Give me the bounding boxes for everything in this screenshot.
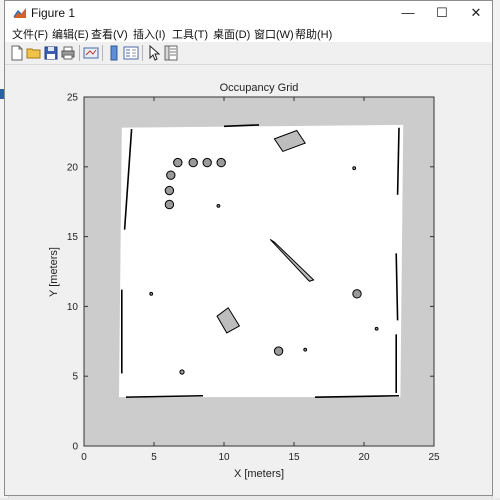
plot-title: Occupancy Grid: [220, 82, 299, 94]
save-icon[interactable]: [43, 45, 59, 61]
x-tick-label: 20: [358, 452, 370, 463]
obstacle-circle: [273, 346, 284, 356]
y-tick-label: 10: [67, 302, 79, 313]
menu-file[interactable]: 文件(F): [12, 26, 48, 42]
x-tick-label: 25: [428, 452, 440, 463]
title-bar[interactable]: Figure 1 — ☐ ✕: [5, 1, 492, 25]
free-space: [119, 124, 404, 398]
obstacle-circle: [216, 203, 221, 208]
obstacle-circle: [173, 157, 183, 168]
open-file-icon[interactable]: [26, 45, 42, 61]
obstacle-circle: [188, 157, 198, 168]
x-tick-label: 5: [151, 452, 157, 463]
menu-help[interactable]: 帮助(H): [295, 26, 332, 42]
obstacle-circle: [374, 326, 379, 331]
menu-view[interactable]: 查看(V): [91, 26, 128, 42]
y-tick-label: 20: [67, 162, 79, 173]
toolbar: [5, 42, 492, 65]
y-tick-label: 0: [72, 442, 78, 453]
matlab-figure-icon: [13, 8, 26, 18]
figure-canvas: 0 5 10 15 20 25 0 5 10 15 20 25 Occupancy Grid X [m…: [5, 65, 492, 495]
obstacle-circle: [352, 289, 362, 299]
menu-tools[interactable]: 工具(T): [172, 26, 208, 42]
x-tick-label: 15: [288, 452, 300, 463]
menu-desktop[interactable]: 桌面(D): [213, 26, 250, 42]
insert-legend-icon[interactable]: [123, 45, 139, 61]
obstacle-circle: [166, 170, 176, 180]
close-button[interactable]: ✕: [459, 1, 493, 25]
x-tick-label: 10: [218, 452, 230, 463]
menu-bar: 文件(F) 编辑(E) 查看(V) 插入(I) 工具(T) 桌面(D) 窗口(W…: [5, 25, 492, 42]
menu-window[interactable]: 窗口(W): [254, 26, 294, 42]
obstacle-circle: [202, 157, 212, 168]
obstacle-circle: [303, 347, 308, 352]
property-editor-icon[interactable]: [163, 45, 179, 61]
new-figure-icon[interactable]: [9, 45, 25, 61]
x-axis-label: X [meters]: [234, 468, 284, 480]
obstacle-circle: [352, 166, 357, 171]
figure-window: Figure 1 — ☐ ✕ 文件(F) 编辑(E) 查看(V) 插入(I) 工…: [4, 0, 493, 496]
obstacle-circle: [216, 157, 226, 168]
pointer-icon[interactable]: [146, 45, 162, 61]
toolbar-separator: [79, 45, 80, 61]
background-window-right: [492, 0, 500, 498]
obstacle-circle: [164, 199, 175, 210]
free-space-region: [119, 124, 404, 398]
link-plot-icon[interactable]: [83, 45, 99, 61]
toolbar-separator: [142, 45, 143, 61]
obstacle-circle: [164, 185, 175, 196]
minimize-button[interactable]: —: [391, 1, 425, 25]
obstacle-circle: [179, 369, 185, 375]
y-tick-label: 15: [67, 232, 79, 243]
menu-insert[interactable]: 插入(I): [133, 26, 165, 42]
maximize-button[interactable]: ☐: [425, 1, 459, 25]
y-axis-label: Y [meters]: [48, 247, 60, 297]
obstacle-circle: [149, 291, 154, 296]
toolbar-separator: [102, 45, 103, 61]
occupancy-grid-plot: 0 5 10 15 20 25 0 5 10 15 20 25 Occupancy Grid X [m…: [48, 82, 440, 480]
window-title: Figure 1: [31, 6, 76, 20]
menu-edit[interactable]: 编辑(E): [52, 26, 89, 42]
y-tick-label: 25: [67, 93, 79, 104]
insert-colorbar-icon[interactable]: [106, 45, 122, 61]
x-tick-label: 0: [81, 452, 87, 463]
print-icon[interactable]: [60, 45, 76, 61]
y-tick-label: 5: [72, 372, 78, 383]
